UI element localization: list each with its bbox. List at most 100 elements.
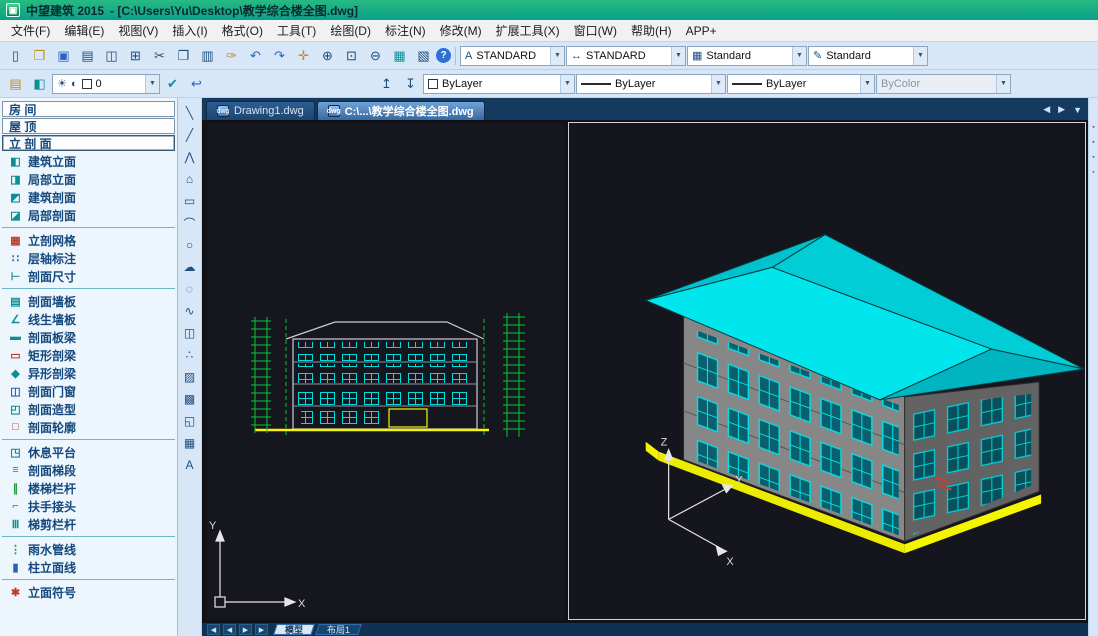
sidebar-item[interactable]: ✱ 立面符号 — [0, 583, 177, 601]
text-tool[interactable]: A — [180, 457, 200, 473]
construction-line-tool[interactable]: ╱ — [180, 127, 200, 143]
print-button[interactable]: ▤ — [76, 45, 99, 67]
layer-combo[interactable]: ☀ ◐ 0 ▼ — [52, 74, 160, 94]
new-button[interactable]: ▯ — [4, 45, 27, 67]
paste-button[interactable]: ▥ — [196, 45, 219, 67]
sidebar-item[interactable]: ≡ 剖面梯段 — [0, 461, 177, 479]
layout-nav-button[interactable]: ◀ — [223, 624, 236, 635]
dock-icon-2[interactable]: ▪ — [1090, 139, 1097, 146]
menu-item[interactable]: 工具(T) — [270, 20, 323, 41]
bring-to-front-button[interactable]: ↥ — [375, 73, 398, 95]
dock-icon-3[interactable]: ▪ — [1090, 154, 1097, 161]
layer-states-button[interactable]: ◧ — [28, 73, 51, 95]
menu-item[interactable]: 视图(V) — [111, 20, 165, 41]
sidebar-item[interactable]: 屋 顶 — [2, 118, 175, 134]
point-tool[interactable]: ∴ — [180, 347, 200, 363]
sidebar-item[interactable]: 房 间 — [2, 101, 175, 117]
menu-item[interactable]: 窗口(W) — [567, 20, 624, 41]
menu-item[interactable]: 格式(O) — [215, 20, 270, 41]
sidebar-item[interactable]: □ 剖面轮廓 — [0, 418, 177, 436]
model-tab[interactable]: 模型 — [273, 624, 315, 635]
drawing-canvas[interactable]: Y X — [202, 120, 1088, 623]
insert-block-tool[interactable]: ◫ — [180, 325, 200, 341]
menu-item[interactable]: 扩展工具(X) — [489, 20, 567, 41]
chevron-down-icon[interactable]: ▼ — [913, 47, 927, 65]
match-properties-button[interactable]: ✑ — [220, 45, 243, 67]
ellipse-tool[interactable]: ◌ — [180, 281, 200, 297]
layout-nav-button[interactable]: ▶ — [239, 624, 252, 635]
color-combo[interactable]: ByLayer ▼ — [423, 74, 575, 94]
make-layer-current-button[interactable]: ✔ — [161, 73, 184, 95]
viewport-2d-elevation[interactable]: Y X — [207, 123, 565, 620]
sidebar-item[interactable]: ◆ 异形剖梁 — [0, 364, 177, 382]
layout1-tab[interactable]: 布局1 — [315, 624, 362, 635]
copy-button[interactable]: ❐ — [172, 45, 195, 67]
sidebar-item[interactable]: Ⅲ 梯剪栏杆 — [0, 515, 177, 533]
hatch-tool[interactable]: ▨ — [180, 369, 200, 385]
zoom-window-button[interactable]: ⊡ — [340, 45, 363, 67]
mleader-style-combo[interactable]: ✎ Standard ▼ — [808, 46, 928, 66]
region-tool[interactable]: ◱ — [180, 413, 200, 429]
lineweight-combo[interactable]: ByLayer ▼ — [727, 74, 875, 94]
menu-item[interactable]: 修改(M) — [433, 20, 489, 41]
menu-item[interactable]: 编辑(E) — [57, 20, 111, 41]
table-button[interactable]: ▦ — [388, 45, 411, 67]
spline-tool[interactable]: ∿ — [180, 303, 200, 319]
sidebar-item[interactable]: ◫ 剖面门窗 — [0, 382, 177, 400]
menu-item[interactable]: 标注(N) — [378, 20, 433, 41]
save-button[interactable]: ▣ — [52, 45, 75, 67]
sidebar-item[interactable]: ∷ 层轴标注 — [0, 249, 177, 267]
zoom-realtime-button[interactable]: ⊕ — [316, 45, 339, 67]
sheet-set-button[interactable]: ▧ — [412, 45, 435, 67]
dock-icon-1[interactable]: ▪ — [1090, 124, 1097, 131]
tab-scroll-left-icon[interactable]: ◀ — [1043, 104, 1050, 115]
sidebar-item[interactable]: ◰ 剖面造型 — [0, 400, 177, 418]
viewport-3d[interactable]: Z Y X — [568, 122, 1086, 620]
print-preview-button[interactable]: ◫ — [100, 45, 123, 67]
chevron-down-icon[interactable]: ▼ — [711, 75, 725, 93]
sidebar-item[interactable]: 立 剖 面 — [2, 135, 175, 151]
layer-properties-button[interactable]: ▤ — [4, 73, 27, 95]
menu-item[interactable]: APP+ — [679, 22, 724, 40]
open-button[interactable]: ❒ — [28, 45, 51, 67]
tab-drawing1[interactable]: dwg Drawing1.dwg — [206, 101, 315, 120]
sidebar-item[interactable]: ▦ 立剖网格 — [0, 231, 177, 249]
publish-button[interactable]: ⊞ — [124, 45, 147, 67]
sidebar-item[interactable]: ▬ 剖面板梁 — [0, 328, 177, 346]
tab-menu-icon[interactable]: ▼ — [1073, 105, 1082, 115]
tab-scroll-right-icon[interactable]: ▶ — [1058, 104, 1065, 115]
sidebar-item[interactable]: ▮ 柱立面线 — [0, 558, 177, 576]
layout-nav-button[interactable]: ▶ — [255, 624, 268, 635]
menu-item[interactable]: 绘图(D) — [323, 20, 378, 41]
redo-button[interactable]: ↷ — [268, 45, 291, 67]
pan-button[interactable]: ✛ — [292, 45, 315, 67]
text-style-combo[interactable]: A STANDARD ▼ — [460, 46, 565, 66]
sidebar-item[interactable] — [2, 439, 175, 440]
dim-style-combo[interactable]: ↔ STANDARD ▼ — [566, 46, 686, 66]
sidebar-item[interactable] — [2, 579, 175, 580]
sidebar-item[interactable]: ▤ 剖面墙板 — [0, 292, 177, 310]
arc-tool[interactable]: ⌒ — [180, 215, 200, 231]
line-tool[interactable]: ╲ — [180, 105, 200, 121]
rectangle-tool[interactable]: ▭ — [180, 193, 200, 209]
sidebar-item[interactable]: ◳ 休息平台 — [0, 443, 177, 461]
table-style-combo[interactable]: ▦ Standard ▼ — [687, 46, 807, 66]
sidebar-item[interactable]: ⊢ 剖面尺寸 — [0, 267, 177, 285]
layout-nav-button[interactable]: ◀ — [207, 624, 220, 635]
menu-item[interactable]: 插入(I) — [165, 20, 214, 41]
revision-cloud-tool[interactable]: ☁ — [180, 259, 200, 275]
sidebar-item[interactable] — [2, 227, 175, 228]
help-button[interactable]: ? — [436, 48, 451, 63]
menu-item[interactable]: 帮助(H) — [624, 20, 679, 41]
chevron-down-icon[interactable]: ▼ — [550, 47, 564, 65]
sidebar-item[interactable]: ◨ 局部立面 — [0, 170, 177, 188]
chevron-down-icon[interactable]: ▼ — [792, 47, 806, 65]
circle-tool[interactable]: ○ — [180, 237, 200, 253]
menu-item[interactable]: 文件(F) — [4, 20, 57, 41]
sidebar-item[interactable]: ∠ 线生墙板 — [0, 310, 177, 328]
gradient-tool[interactable]: ▩ — [180, 391, 200, 407]
sidebar-item[interactable]: ▭ 矩形剖梁 — [0, 346, 177, 364]
chevron-down-icon[interactable]: ▼ — [145, 75, 159, 93]
polyline-tool[interactable]: ⋀ — [180, 149, 200, 165]
sidebar-item[interactable]: ∥ 楼梯栏杆 — [0, 479, 177, 497]
